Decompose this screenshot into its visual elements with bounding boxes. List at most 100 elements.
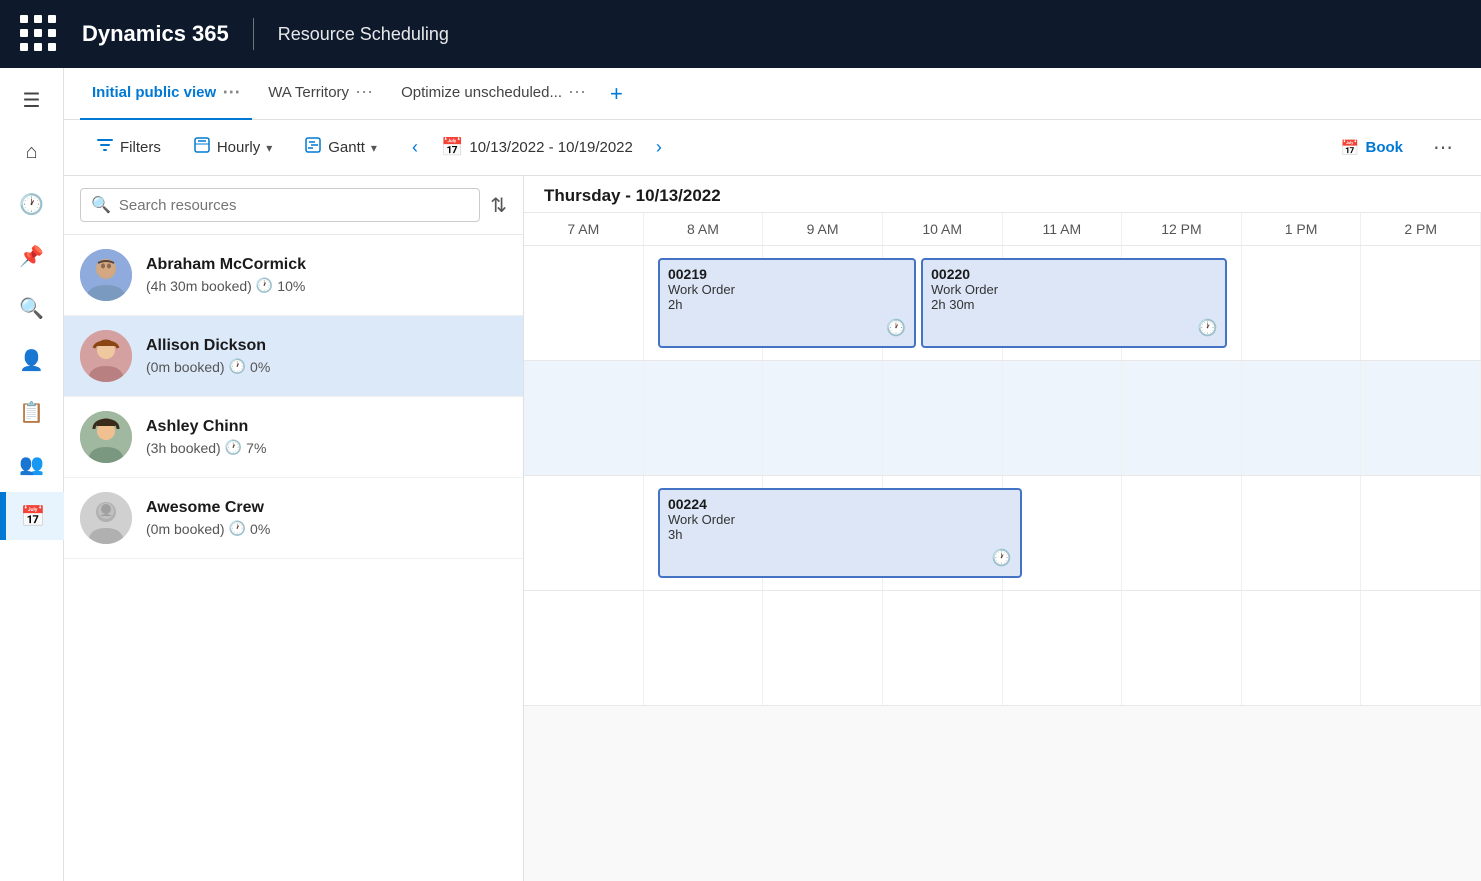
- avatar-abraham: [80, 249, 132, 301]
- work-block-00219[interactable]: 00219 Work Order 2h 🕐: [658, 258, 916, 348]
- sidenav-calendar[interactable]: 📅: [0, 492, 64, 540]
- prev-date-button[interactable]: ‹: [397, 130, 433, 166]
- clock-icon-ashley: 🕐: [225, 439, 242, 456]
- sidenav-home[interactable]: ⌂: [8, 128, 56, 176]
- gantt-date-header: Thursday - 10/13/2022: [524, 176, 1481, 213]
- book-button[interactable]: 📅 Book: [1327, 133, 1417, 163]
- gantt-time-header: 7 AM 8 AM 9 AM 10 AM 11 AM 12 PM 1 PM 2 …: [524, 213, 1481, 246]
- person-add-icon: 👤: [19, 348, 44, 373]
- people-search-icon: 🔍: [19, 296, 44, 321]
- resource-list: Abraham McCormick (4h 30m booked) 🕐 10%: [64, 235, 523, 881]
- gantt-cell-12pm-ashley: [1122, 476, 1242, 590]
- sidenav-document[interactable]: 📋: [8, 388, 56, 436]
- hourly-icon: [193, 136, 211, 159]
- main-layout: ☰ ⌂ 🕐 📌 🔍 👤 📋 👥 📅 Initia: [0, 68, 1481, 881]
- gantt-row-ashley: 00224 Work Order 3h 🕐: [524, 476, 1481, 591]
- tab-add-button[interactable]: +: [602, 81, 631, 107]
- book-label: Book: [1366, 139, 1404, 156]
- calendar-range-icon: 📅: [441, 137, 463, 158]
- gantt-label: Gantt: [328, 139, 365, 156]
- resource-info-allison: Allison Dickson (0m booked) 🕐 0%: [146, 337, 507, 375]
- resource-util-crew: 0%: [250, 521, 270, 537]
- resource-meta-text-allison: (0m booked): [146, 359, 225, 375]
- gantt-icon: [304, 136, 322, 159]
- resource-info-ashley: Ashley Chinn (3h booked) 🕐 7%: [146, 418, 507, 456]
- next-date-button[interactable]: ›: [641, 130, 677, 166]
- resource-meta-allison: (0m booked) 🕐 0%: [146, 358, 507, 375]
- resource-name-ashley: Ashley Chinn: [146, 418, 507, 436]
- hamburger-icon: ☰: [23, 88, 41, 113]
- gantt-cell-10am-crew: [883, 591, 1003, 705]
- clock-icon-abraham: 🕐: [256, 277, 273, 294]
- tabs-bar: Initial public view ⋯ WA Territory ⋯ Opt…: [64, 68, 1481, 120]
- time-11am: 11 AM: [1003, 213, 1123, 245]
- tab-initial-public[interactable]: Initial public view ⋯: [80, 68, 252, 120]
- sidenav: ☰ ⌂ 🕐 📌 🔍 👤 📋 👥 📅: [0, 68, 64, 881]
- tab-initial-public-more[interactable]: ⋯: [222, 82, 240, 103]
- work-block-00220[interactable]: 00220 Work Order 2h 30m 🕐: [921, 258, 1227, 348]
- hourly-button[interactable]: Hourly ▾: [181, 130, 284, 165]
- hourly-chevron: ▾: [266, 141, 272, 155]
- resource-meta-abraham: (4h 30m booked) 🕐 10%: [146, 277, 507, 294]
- resource-item-allison[interactable]: Allison Dickson (0m booked) 🕐 0%: [64, 316, 523, 397]
- gantt-cell-12pm-allison: [1122, 361, 1242, 475]
- avatar-crew: [80, 492, 132, 544]
- gantt-cell-8am-allison: [644, 361, 764, 475]
- resource-item-crew[interactable]: Awesome Crew (0m booked) 🕐 0%: [64, 478, 523, 559]
- gantt-chevron: ▾: [371, 141, 377, 155]
- resource-meta-ashley: (3h booked) 🕐 7%: [146, 439, 507, 456]
- resource-meta-crew: (0m booked) 🕐 0%: [146, 520, 507, 537]
- tab-wa-territory[interactable]: WA Territory ⋯: [256, 68, 385, 120]
- topbar: Dynamics 365 Resource Scheduling: [0, 0, 1481, 68]
- sidenav-hamburger[interactable]: ☰: [8, 76, 56, 124]
- clock-icon-allison: 🕐: [229, 358, 246, 375]
- sidenav-pin[interactable]: 📌: [8, 232, 56, 280]
- tab-optimize[interactable]: Optimize unscheduled... ⋯: [389, 68, 598, 120]
- sidenav-people-search[interactable]: 🔍: [8, 284, 56, 332]
- gantt-cell-2pm-allison: [1361, 361, 1481, 475]
- calendar-icon: 📅: [21, 504, 46, 529]
- time-7am: 7 AM: [524, 213, 644, 245]
- gantt-cell-1pm-crew: [1242, 591, 1362, 705]
- work-block-00224[interactable]: 00224 Work Order 3h 🕐: [658, 488, 1022, 578]
- gantt-cell-1pm-allison: [1242, 361, 1362, 475]
- gantt-cell-7am-allison: [524, 361, 644, 475]
- app-grid-icon[interactable]: [20, 15, 58, 53]
- document-icon: 📋: [19, 400, 44, 425]
- toolbar-more-button[interactable]: ⋯: [1425, 135, 1461, 160]
- sidenav-group[interactable]: 👥: [8, 440, 56, 488]
- filters-button[interactable]: Filters: [84, 130, 173, 165]
- wo-00224-number: 00224: [668, 496, 1012, 512]
- time-8am: 8 AM: [644, 213, 764, 245]
- gantt-button[interactable]: Gantt ▾: [292, 130, 389, 165]
- time-9am: 9 AM: [763, 213, 883, 245]
- sort-icon[interactable]: ⇅: [490, 193, 507, 218]
- avatar-ashley: [80, 411, 132, 463]
- filters-label: Filters: [120, 139, 161, 156]
- tab-wa-territory-more[interactable]: ⋯: [355, 82, 373, 103]
- search-input-wrap[interactable]: 🔍: [80, 188, 480, 222]
- gantt-cell-1pm-ashley: [1242, 476, 1362, 590]
- topbar-divider: [253, 18, 254, 50]
- tab-optimize-label: Optimize unscheduled...: [401, 84, 562, 101]
- gantt-cell-9am-allison: [763, 361, 883, 475]
- search-icon: 🔍: [91, 195, 111, 215]
- gantt-cell-8am-crew: [644, 591, 764, 705]
- gantt-cell-11am-allison: [1003, 361, 1123, 475]
- wo-00220-number: 00220: [931, 266, 1217, 282]
- resource-util-abraham: 10%: [277, 278, 305, 294]
- tab-optimize-more[interactable]: ⋯: [568, 82, 586, 103]
- time-10am: 10 AM: [883, 213, 1003, 245]
- search-input[interactable]: [119, 197, 469, 214]
- gantt-row-abraham: 00219 Work Order 2h 🕐 00220 Work Order 2…: [524, 246, 1481, 361]
- date-range: 📅 10/13/2022 - 10/19/2022: [441, 137, 633, 158]
- resource-item-ashley[interactable]: Ashley Chinn (3h booked) 🕐 7%: [64, 397, 523, 478]
- hourly-label: Hourly: [217, 139, 260, 156]
- date-range-label: 10/13/2022 - 10/19/2022: [469, 139, 632, 156]
- tab-wa-territory-label: WA Territory: [268, 84, 349, 101]
- sidenav-recent[interactable]: 🕐: [8, 180, 56, 228]
- sidenav-person-add[interactable]: 👤: [8, 336, 56, 384]
- resource-item-abraham[interactable]: Abraham McCormick (4h 30m booked) 🕐 10%: [64, 235, 523, 316]
- gantt-cell-11am-crew: [1003, 591, 1123, 705]
- wo-00219-duration: 2h: [668, 297, 906, 312]
